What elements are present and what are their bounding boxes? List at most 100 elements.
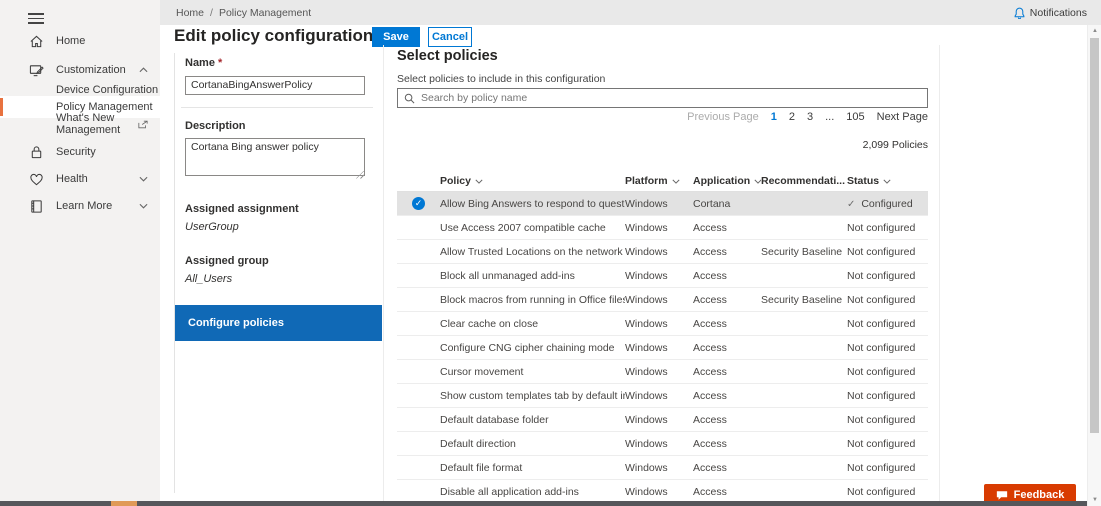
name-field[interactable]	[185, 76, 365, 95]
platform-cell: Windows	[625, 222, 693, 234]
status-text: Not configured	[847, 318, 915, 330]
status-text: Not configured	[847, 342, 915, 354]
policy-cell: Configure CNG cipher chaining mode	[440, 342, 625, 354]
status-text: Not configured	[847, 366, 915, 378]
application-cell: Access	[693, 246, 761, 258]
table-row[interactable]: ✓ Block macros from running in Office fi…	[397, 288, 928, 312]
sidebar-item-customization[interactable]: Customization	[0, 59, 160, 81]
external-link-icon	[138, 120, 148, 129]
next-page-button[interactable]: Next Page	[877, 111, 928, 123]
policy-cell: Use Access 2007 compatible cache	[440, 222, 625, 234]
table-row[interactable]: ✓ Allow Trusted Locations on the network…	[397, 240, 928, 264]
header-policy[interactable]: Policy	[440, 175, 625, 187]
previous-page-button[interactable]: Previous Page	[687, 111, 759, 123]
header-application[interactable]: Application	[693, 175, 761, 187]
table-row[interactable]: ✓ Show custom templates tab by default i…	[397, 384, 928, 408]
search-input[interactable]	[421, 92, 921, 104]
save-button[interactable]: Save	[372, 27, 420, 47]
scroll-down-arrow-icon[interactable]: ▼	[1088, 497, 1101, 503]
table-row[interactable]: ✓ Cursor movement Windows Access ✓ Not c…	[397, 360, 928, 384]
horizontal-scrollbar-marker	[111, 501, 137, 506]
application-cell: Access	[693, 366, 761, 378]
application-cell: Access	[693, 438, 761, 450]
application-cell: Access	[693, 270, 761, 282]
page-button-105[interactable]: 105	[846, 111, 864, 123]
sidebar-item-health[interactable]: Health	[0, 168, 160, 190]
header-recommendation[interactable]: Recommendati...	[761, 175, 847, 187]
vertical-scrollbar-thumb[interactable]	[1090, 38, 1099, 433]
policy-cell: Disable all application add-ins	[440, 486, 625, 498]
sidebar-item-learn-more[interactable]: Learn More	[0, 195, 160, 217]
row-select-cell[interactable]: ✓	[397, 197, 440, 210]
header-status[interactable]: Status	[847, 175, 928, 187]
application-cell: Access	[693, 462, 761, 474]
table-row[interactable]: ✓ Use Access 2007 compatible cache Windo…	[397, 216, 928, 240]
page-button-2[interactable]: 2	[789, 111, 795, 123]
status-text: Not configured	[847, 246, 915, 258]
platform-cell: Windows	[625, 486, 693, 498]
scroll-up-arrow-icon[interactable]: ▲	[1088, 28, 1101, 34]
table-row[interactable]: ✓ Default file format Windows Access ✓ N…	[397, 456, 928, 480]
policy-configuration-form: Name * Description Cortana Bing answer p…	[174, 53, 381, 493]
breadcrumb-policy-management[interactable]: Policy Management	[219, 7, 311, 19]
status-cell: ✓ Not configured	[847, 438, 928, 450]
policy-search-box[interactable]	[397, 88, 928, 108]
description-field[interactable]: Cortana Bing answer policy	[185, 138, 365, 176]
sidebar-item-security[interactable]: Security	[0, 141, 160, 163]
application-cell: Access	[693, 390, 761, 402]
breadcrumb: Home / Policy Management	[176, 7, 311, 19]
table-row[interactable]: ✓ Block all unmanaged add-ins Windows Ac…	[397, 264, 928, 288]
configure-policies-step[interactable]: Configure policies	[175, 305, 382, 341]
assigned-group-value: All_Users	[185, 273, 371, 285]
recommendation-cell: Security Baseline	[761, 294, 847, 306]
policy-cell: Allow Trusted Locations on the network	[440, 246, 625, 258]
sidebar-item-label: Home	[56, 35, 160, 47]
breadcrumb-home[interactable]: Home	[176, 7, 204, 19]
notifications-button[interactable]: Notifications	[1014, 7, 1087, 19]
page-button-1[interactable]: 1	[771, 111, 777, 123]
sidebar-item-whats-new-management[interactable]: What's New Management	[0, 113, 160, 135]
policy-count: 2,099 Policies	[397, 139, 928, 151]
customization-icon	[29, 63, 44, 78]
topbar: Home / Policy Management Notifications	[160, 0, 1101, 25]
chevron-down-icon	[139, 176, 148, 182]
vertical-scrollbar[interactable]: ▲ ▼	[1087, 25, 1101, 506]
horizontal-scrollbar[interactable]	[0, 501, 1087, 506]
notifications-label: Notifications	[1030, 7, 1087, 19]
heart-icon	[29, 172, 44, 187]
book-icon	[29, 199, 44, 214]
status-text: Not configured	[847, 414, 915, 426]
platform-cell: Windows	[625, 294, 693, 306]
name-label: Name *	[185, 57, 371, 69]
form-divider	[181, 107, 373, 108]
table-row[interactable]: ✓ Default direction Windows Access ✓ Not…	[397, 432, 928, 456]
page-button-3[interactable]: 3	[807, 111, 813, 123]
recommendation-cell: Security Baseline	[761, 246, 847, 258]
platform-cell: Windows	[625, 198, 693, 210]
sidebar-item-label: What's New Management	[56, 112, 126, 136]
hamburger-menu-icon[interactable]	[28, 10, 44, 21]
application-cell: Cortana	[693, 198, 761, 210]
policy-cell: Allow Bing Answers to respond to questio…	[440, 198, 625, 210]
table-row[interactable]: ✓ Clear cache on close Windows Access ✓ …	[397, 312, 928, 336]
table-row[interactable]: ✓ Default database folder Windows Access…	[397, 408, 928, 432]
status-cell: ✓ Configured	[847, 198, 928, 210]
status-cell: ✓ Not configured	[847, 414, 928, 426]
application-cell: Access	[693, 486, 761, 498]
required-marker: *	[218, 57, 222, 69]
status-text: Not configured	[847, 222, 915, 234]
status-cell: ✓ Not configured	[847, 390, 928, 402]
status-text: Not configured	[847, 486, 915, 498]
cancel-button[interactable]: Cancel	[428, 27, 472, 47]
table-row[interactable]: ✓ Allow Bing Answers to respond to quest…	[397, 192, 928, 216]
sidebar-item-label: Learn More	[56, 200, 127, 212]
header-platform[interactable]: Platform	[625, 175, 693, 187]
application-cell: Access	[693, 414, 761, 426]
lock-icon	[29, 145, 44, 160]
sidebar-item-home[interactable]: Home	[0, 30, 160, 52]
table-row[interactable]: ✓ Configure CNG cipher chaining mode Win…	[397, 336, 928, 360]
platform-cell: Windows	[625, 246, 693, 258]
application-cell: Access	[693, 222, 761, 234]
pagination: Previous Page 1 2 3 ... 105 Next Page	[397, 111, 928, 123]
platform-cell: Windows	[625, 366, 693, 378]
